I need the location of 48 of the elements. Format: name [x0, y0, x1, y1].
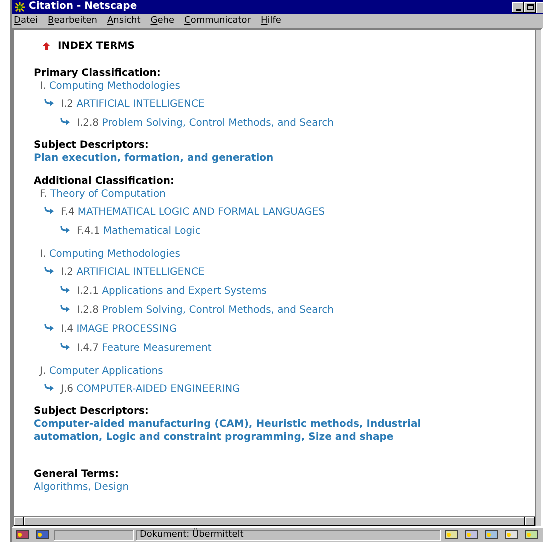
menu-item[interactable]: Ansicht	[108, 16, 141, 26]
classification-link[interactable]: J.6 COMPUTER-AIDED ENGINEERING	[61, 382, 240, 397]
classification-link[interactable]: I.4 IMAGE PROCESSING	[61, 322, 178, 337]
classification-link[interactable]: F.4.1 Mathematical Logic	[77, 224, 201, 239]
menu-item[interactable]: Communicator	[184, 16, 251, 26]
hook-arrow-icon	[60, 117, 71, 126]
classification-link[interactable]: F.4 MATHEMATICAL LOGIC AND FORMAL LANGUAGES	[61, 205, 326, 220]
classification-link[interactable]: I.2.8 Problem Solving, Control Methods, and Search	[77, 116, 334, 131]
section-heading: Subject Descriptors:	[34, 405, 150, 418]
classification-link[interactable]: I. Computing Methodologies	[40, 80, 535, 93]
menu-item[interactable]: Gehe	[150, 16, 175, 26]
hook-arrow-icon	[60, 285, 71, 294]
term-links[interactable]: Plan execution, formation, and generation	[34, 152, 464, 165]
vertical-scrollbar[interactable]	[535, 30, 541, 526]
classification-link[interactable]: J. Computer Applications	[40, 365, 535, 378]
classification-link[interactable]: I.2.1 Applications and Expert Systems	[77, 284, 267, 299]
hook-arrow-icon	[44, 323, 55, 332]
term-links[interactable]: Computer-aided manufacturing (CAM), Heuristic methods, Industrial automation, Logic and constraint programming, Size and shape	[34, 418, 464, 444]
section-heading: Primary Classification:	[34, 67, 162, 80]
section-heading: Additional Classification:	[34, 175, 176, 188]
classification-link[interactable]: I.2 ARTIFICIAL INTELLIGENCE	[61, 265, 205, 280]
maximize-button[interactable]	[524, 2, 536, 12]
classification-link[interactable]: I.4.7 Feature Measurement	[77, 341, 212, 356]
classification-link[interactable]: I. Computing Methodologies	[40, 248, 535, 261]
close-button[interactable]	[536, 2, 543, 12]
section-heading: General Terms:	[34, 468, 120, 481]
up-arrow-icon[interactable]	[42, 42, 51, 51]
page-heading: INDEX TERMS	[58, 40, 135, 54]
minimize-button[interactable]	[512, 2, 524, 12]
hook-arrow-icon	[60, 342, 71, 351]
classification-link[interactable]: F. Theory of Computation	[40, 188, 535, 201]
hook-arrow-icon	[44, 383, 55, 392]
classification-link[interactable]: I.2 ARTIFICIAL INTELLIGENCE	[61, 97, 205, 112]
hook-arrow-icon	[44, 98, 55, 107]
horizontal-scrollbar[interactable]	[14, 516, 535, 526]
menu-item[interactable]: Bearbeiten	[48, 16, 98, 26]
term-links[interactable]: Algorithms, Design	[34, 481, 464, 494]
hook-arrow-icon	[44, 206, 55, 215]
menu-item[interactable]: Hilfe	[260, 16, 282, 26]
app-logo-icon	[14, 2, 26, 12]
hook-arrow-icon	[44, 266, 55, 275]
section-heading: Subject Descriptors:	[34, 139, 150, 152]
window-title: Citation - Netscape	[29, 1, 138, 13]
status-text: Dokument: Übermittelt	[140, 530, 244, 540]
hook-arrow-icon	[60, 304, 71, 313]
classification-link[interactable]: I.2.8 Problem Solving, Control Methods, and Search	[77, 303, 334, 318]
menu-item[interactable]: Datei	[14, 16, 38, 26]
hook-arrow-icon	[60, 225, 71, 234]
